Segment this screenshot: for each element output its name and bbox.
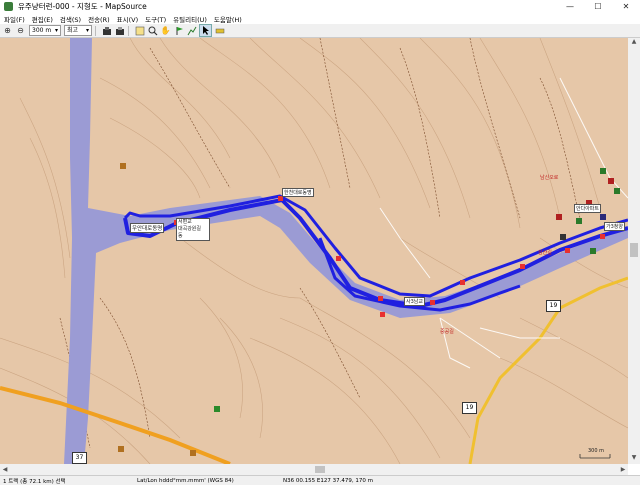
select-arrow-icon[interactable] <box>199 24 212 37</box>
hand-tool-icon[interactable]: ✋ <box>160 25 171 36</box>
status-coordinate-format: Lat/Lon hddd°mm.mmm' (WGS 84) <box>137 477 234 484</box>
window-title: 유주냥터런-000 - 지형도 - MapSource <box>18 2 147 11</box>
ruler-tool-icon[interactable] <box>214 25 225 36</box>
menu-help[interactable]: 도움말(H) <box>214 14 242 24</box>
chevron-down-icon: ▾ <box>85 27 89 34</box>
zoom-tool-icon[interactable] <box>147 25 158 36</box>
place-label-right-mid: 안다아파트 <box>574 204 602 213</box>
map-canvas[interactable]: 우안대로동명 서편교 대곡강원길 동 한천대로동명 사3남교 안다아파트 가3청… <box>0 38 628 464</box>
map-graphics <box>0 38 628 464</box>
map-popup[interactable]: 서편교 대곡강원길 동 <box>176 218 210 241</box>
title-bar: 유주냥터런-000 - 지형도 - MapSource — ☐ ✕ <box>0 0 640 13</box>
receive-from-device-icon[interactable] <box>101 25 112 36</box>
menu-bar: 파일(F) 편집(E) 검색(S) 전송(R) 표시(V) 도구(T) 유틸리티… <box>0 13 640 24</box>
toolbar: ⊕ ⊖ 300 m ▾ 최고 ▾ ✋ <box>0 24 640 38</box>
scroll-right-icon[interactable]: ▶ <box>618 464 628 475</box>
zoom-in-icon[interactable]: ⊕ <box>2 25 13 36</box>
menu-view[interactable]: 표시(V) <box>117 14 138 24</box>
place-label-river: 한천대로동명 <box>282 188 314 197</box>
vertical-scroll-thumb[interactable] <box>630 243 638 257</box>
minimize-button[interactable]: — <box>556 0 584 13</box>
menu-file[interactable]: 파일(F) <box>4 14 25 24</box>
scroll-up-icon[interactable]: ▲ <box>628 38 640 48</box>
send-to-device-icon[interactable] <box>114 25 125 36</box>
map-scale-label: 300 m <box>588 448 605 454</box>
horizontal-scroll-thumb[interactable] <box>315 466 325 473</box>
toolbar-divider <box>95 25 96 36</box>
app-icon <box>4 2 13 11</box>
maximize-button[interactable]: ☐ <box>584 0 612 13</box>
detail-select-value: 최고 <box>67 27 79 34</box>
vertical-scrollbar[interactable]: ▲ ▼ <box>628 38 640 464</box>
place-label-right-edge: 가3청양 <box>604 222 625 231</box>
scale-select-value: 300 m <box>32 27 52 34</box>
menu-edit[interactable]: 편집(E) <box>32 14 53 24</box>
horizontal-scrollbar[interactable]: ◀ ▶ <box>0 464 628 475</box>
zoom-out-icon[interactable]: ⊖ <box>15 25 26 36</box>
detail-select[interactable]: 최고 ▾ <box>64 25 92 36</box>
map-tool-icon[interactable] <box>134 25 145 36</box>
place-label-north-bridge: 우안대로동명 <box>130 223 165 233</box>
place-label-right-node: 삼산길 <box>538 250 552 256</box>
scale-select[interactable]: 300 m ▾ <box>29 25 61 36</box>
route-shield-19b: 19 <box>462 402 477 414</box>
popup-line-2: 대곡강원길 <box>178 226 202 232</box>
popup-line-3: 동 <box>178 233 183 239</box>
route-shield-37: 37 <box>72 452 87 464</box>
chevron-down-icon: ▾ <box>54 27 58 34</box>
place-label-right-cluster: 남신오로 <box>540 175 559 181</box>
place-label-lower-road: 중공길 <box>440 329 454 335</box>
toolbar-divider <box>128 25 129 36</box>
place-label-junction: 사3남교 <box>404 297 425 306</box>
menu-tools[interactable]: 도구(T) <box>145 14 166 24</box>
route-tool-icon[interactable] <box>186 25 197 36</box>
menu-search[interactable]: 검색(S) <box>60 14 81 24</box>
scroll-left-icon[interactable]: ◀ <box>0 464 10 475</box>
popup-line-1: 서편교 <box>178 219 192 225</box>
menu-utility[interactable]: 유틸리티(U) <box>173 14 207 24</box>
route-shield-19a: 19 <box>546 300 561 312</box>
status-selection: 1 트랙 (총 72.1 km) 선택 <box>3 478 66 485</box>
window-controls: — ☐ ✕ <box>556 0 640 13</box>
close-button[interactable]: ✕ <box>612 0 640 13</box>
status-coordinates: N36 00.155 E127 37.479, 170 m <box>283 477 373 484</box>
menu-transfer[interactable]: 전송(R) <box>88 14 110 24</box>
scroll-down-icon[interactable]: ▼ <box>628 454 640 464</box>
waypoint-tool-icon[interactable] <box>173 25 184 36</box>
